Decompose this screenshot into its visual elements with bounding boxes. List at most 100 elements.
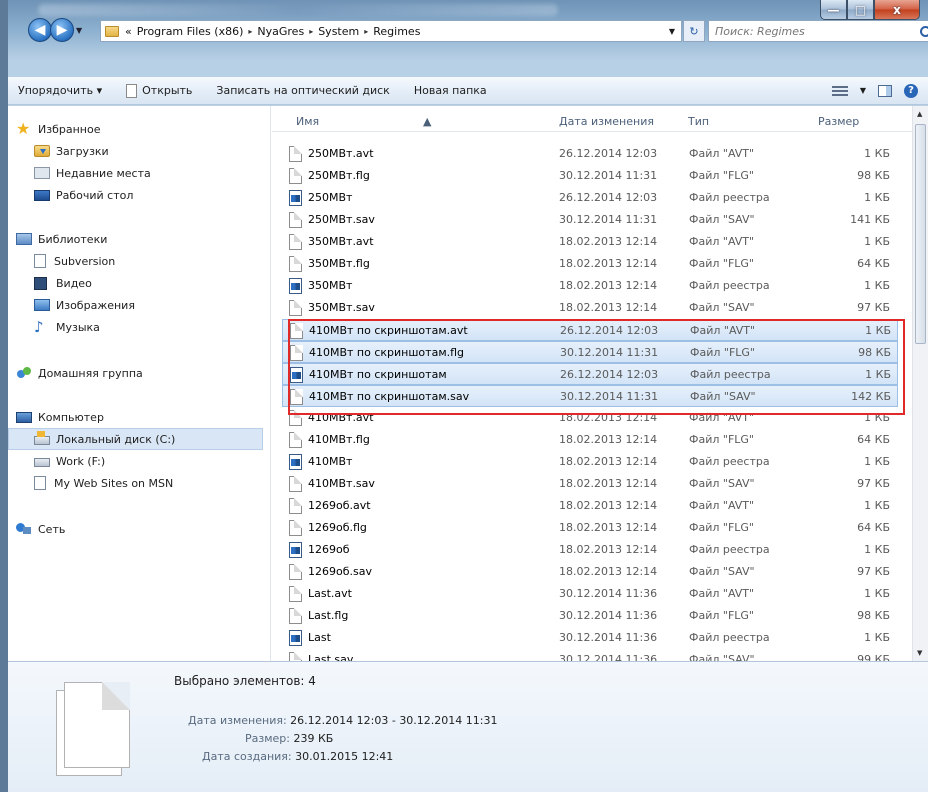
file-row[interactable]: 1269об.sav 18.02.2013 12:14 Файл "SAV" 97 К… [282,561,898,583]
file-type: Файл "AVT" [689,147,755,160]
help-icon[interactable]: ? [904,83,918,98]
file-row[interactable]: 410МВт по скриншотам.flg 30.12.2014 11:31… [282,341,898,363]
file-row[interactable]: 350МВт 18.02.2013 12:14 Файл реестра 1 КБ [282,275,898,297]
nav-work-drive[interactable]: Work (F:) [8,450,263,472]
toolbar-right: ▼ ? [831,83,928,98]
breadcrumb-separator-icon[interactable]: ▸ [309,27,313,36]
breadcrumb-item[interactable]: Program Files (x86) [137,25,244,38]
nav-desktop[interactable]: Рабочий стол [8,184,263,206]
file-date: 26.12.2014 12:03 [560,368,659,381]
search-input[interactable] [715,24,905,38]
address-row: ◀ ▶ ▼ « Program Files (x86) ▸ NyaGres ▸ … [28,16,928,44]
column-headers: ▲ Имя Дата изменения Тип Размер [272,106,920,132]
nav-subversion[interactable]: Subversion [8,250,263,272]
file-row[interactable]: 410МВт.flg 18.02.2013 12:14 Файл "FLG" 64 К… [282,429,898,451]
recent-pages-dropdown[interactable]: ▼ [76,26,82,35]
file-name: 1269об.sav [308,565,372,578]
file-date: 18.02.2013 12:14 [559,301,658,314]
file-row[interactable]: 250МВт.sav 30.12.2014 11:31 Файл "SAV" 141 … [282,209,898,231]
file-row[interactable]: 250МВт.avt 26.12.2014 12:03 Файл "AVT" 1 КБ [282,143,898,165]
nav-computer[interactable]: Компьютер [8,406,263,428]
sort-ascending-icon: ▲ [423,115,432,128]
breadcrumb-separator-icon[interactable]: ▸ [248,27,252,36]
column-name[interactable]: Имя [296,115,319,128]
homegroup-icon [16,366,32,380]
file-row[interactable]: 410МВт.avt 18.02.2013 12:14 Файл "AVT" 1 КБ [282,407,898,429]
file-row[interactable]: 410МВт 18.02.2013 12:14 Файл реестра 1 КБ [282,451,898,473]
file-row[interactable]: 350МВт.avt 18.02.2013 12:14 Файл "AVT" 1 КБ [282,231,898,253]
address-bar[interactable]: « Program Files (x86) ▸ NyaGres ▸ System… [100,20,682,42]
nav-homegroup[interactable]: Домашняя группа [8,362,263,384]
nav-msn-sites[interactable]: My Web Sites on MSN [8,472,263,494]
file-row[interactable]: 410МВт по скриншотам.avt 26.12.2014 12:03… [282,319,898,341]
scroll-up-icon[interactable]: ▲ [917,110,922,118]
organize-button[interactable]: Упорядочить ▾ [8,77,114,104]
file-icon [290,323,303,339]
file-row[interactable]: 1269об 18.02.2013 12:14 Файл реестра 1 КБ [282,539,898,561]
file-type: Файл реестра [689,631,770,644]
nav-label: Сеть [38,522,66,536]
file-row[interactable]: Last.sav 30.12.2014 11:36 Файл "SAV" 99 КБ [282,649,898,661]
column-type[interactable]: Тип [688,115,709,128]
file-type: Файл "SAV" [689,653,755,661]
file-size: 1 КБ [864,191,890,204]
breadcrumb-separator-icon[interactable]: ▸ [364,27,368,36]
nav-network[interactable]: Сеть [8,518,263,540]
nav-label: Музыка [56,320,100,334]
file-row[interactable]: 350МВт.flg 18.02.2013 12:14 Файл "FLG" 64 К… [282,253,898,275]
breadcrumb-overflow[interactable]: « [125,25,132,38]
file-row[interactable]: 350МВт.sav 18.02.2013 12:14 Файл "SAV" 97 К… [282,297,898,319]
nav-music[interactable]: ♪ Музыка [8,316,263,338]
nav-recent-places[interactable]: Недавние места [8,162,263,184]
breadcrumb-item[interactable]: Regimes [373,25,420,38]
column-size[interactable]: Размер [818,115,859,128]
file-row[interactable]: Last 30.12.2014 11:36 Файл реестра 1 КБ [282,627,898,649]
views-dropdown-icon[interactable]: ▼ [860,86,866,95]
file-date: 18.02.2013 12:14 [559,235,658,248]
file-size: 1 КБ [864,631,890,644]
file-date: 26.12.2014 12:03 [559,147,658,160]
file-row[interactable]: 410МВт по скриншотам.sav 30.12.2014 11:31… [282,385,898,407]
scroll-down-icon[interactable]: ▼ [917,649,922,657]
vertical-scrollbar[interactable]: ▲ ▼ [912,106,928,661]
file-type: Файл "AVT" [689,235,755,248]
file-type: Файл реестра [689,543,770,556]
back-button[interactable]: ◀ [28,18,52,42]
column-date[interactable]: Дата изменения [559,115,654,128]
file-row[interactable]: Last.flg 30.12.2014 11:36 Файл "FLG" 98 КБ [282,605,898,627]
nav-local-disk[interactable]: Локальный диск (C:) [8,428,263,450]
address-dropdown-icon[interactable]: ▼ [669,27,675,36]
breadcrumb-item[interactable]: System [318,25,359,38]
file-row[interactable]: Last.avt 30.12.2014 11:36 Файл "AVT" 1 КБ [282,583,898,605]
forward-arrow-icon: ▶ [56,22,68,38]
preview-pane-icon[interactable] [878,84,892,97]
scrollbar-thumb[interactable] [915,124,926,344]
file-date: 30.12.2014 11:36 [559,609,658,622]
new-folder-button[interactable]: Новая папка [402,77,499,104]
change-view-icon[interactable] [831,85,848,96]
nav-video[interactable]: Видео [8,272,263,294]
file-row[interactable]: 1269об.flg 18.02.2013 12:14 Файл "FLG" 64 К… [282,517,898,539]
forward-button[interactable]: ▶ [50,18,74,42]
refresh-button[interactable]: ↻ [683,20,705,42]
search-icon[interactable] [920,25,928,37]
nav-libraries[interactable]: Библиотеки [8,228,263,250]
burn-disc-button[interactable]: Записать на оптический диск [204,77,401,104]
file-type: Файл "SAV" [690,390,756,403]
registry-file-icon [290,367,303,383]
file-row[interactable]: 250МВт.flg 30.12.2014 11:31 Файл "FLG" 98 К… [282,165,898,187]
file-date: 18.02.2013 12:14 [559,499,658,512]
search-box[interactable] [708,20,928,42]
file-row[interactable]: 250МВт 26.12.2014 12:03 Файл реестра 1 КБ [282,187,898,209]
breadcrumb-item[interactable]: NyaGres [257,25,304,38]
file-type: Файл "SAV" [689,213,755,226]
open-button[interactable]: Открыть [114,77,204,104]
file-size: 99 КБ [857,653,890,661]
file-row[interactable]: 1269об.avt 18.02.2013 12:14 Файл "AVT" 1 КБ [282,495,898,517]
file-row[interactable]: 410МВт.sav 18.02.2013 12:14 Файл "SAV" 97 К… [282,473,898,495]
nav-images[interactable]: Изображения [8,294,263,316]
file-row[interactable]: 410МВт по скриншотам 26.12.2014 12:03 Файл… [282,363,898,385]
file-name: 410МВт по скриншотам.flg [309,346,465,359]
nav-downloads[interactable]: Загрузки [8,140,263,162]
nav-favorites[interactable]: ★ Избранное [8,118,263,140]
